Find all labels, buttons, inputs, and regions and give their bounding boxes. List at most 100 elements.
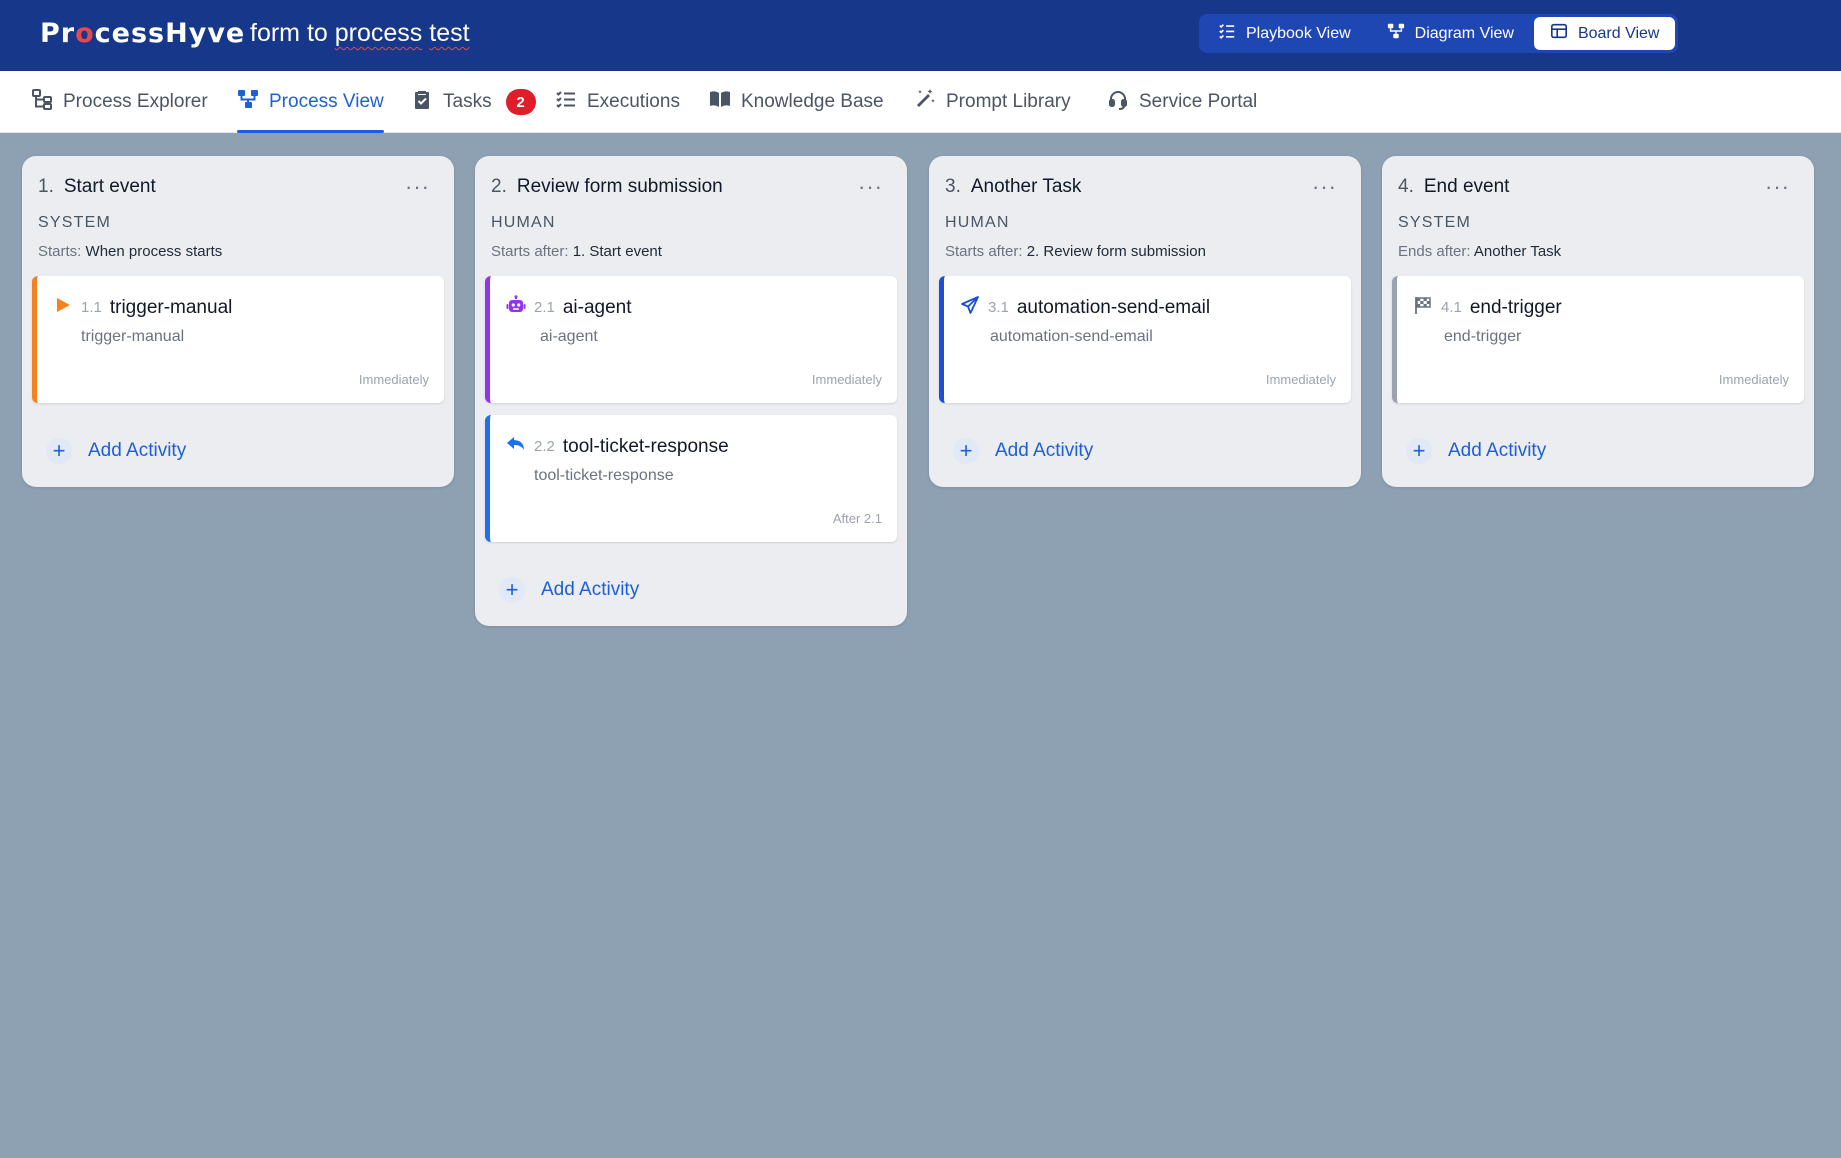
column-menu-button[interactable]: ··· bbox=[1765, 174, 1790, 200]
column-number: 4. bbox=[1398, 176, 1414, 197]
logo-text-start: Pr bbox=[40, 18, 76, 49]
nav-knowledge-base-label: Knowledge Base bbox=[741, 91, 884, 112]
activity-type: tool-ticket-response bbox=[534, 467, 674, 484]
column-title-text: Start event bbox=[63, 176, 156, 197]
activity-timing: Immediately bbox=[1265, 372, 1336, 387]
clipboard-check-icon bbox=[411, 88, 433, 116]
column-title[interactable]: 3. Another Task bbox=[945, 176, 1345, 198]
activity-card-header: 3.1 automation-send-email bbox=[960, 295, 1210, 320]
flag-checkered-icon bbox=[1413, 295, 1433, 320]
activity-type: trigger-manual bbox=[81, 328, 185, 345]
plus-icon: + bbox=[46, 438, 72, 464]
list-check-icon bbox=[1218, 22, 1236, 45]
process-view-icon bbox=[237, 88, 259, 116]
column-trigger-value: 2. Review form submission bbox=[1026, 243, 1206, 260]
plus-icon: + bbox=[499, 577, 525, 603]
column-number: 1. bbox=[38, 176, 54, 197]
board-column-start-event: 1. Start event ··· SYSTEM Starts: When pr… bbox=[22, 156, 454, 487]
logo-text-o: o bbox=[75, 18, 95, 49]
activity-type: end-trigger bbox=[1444, 328, 1522, 345]
book-icon bbox=[709, 88, 731, 116]
activity-type: ai-agent bbox=[540, 328, 598, 345]
activity-card-header: 2.2 tool-ticket-response bbox=[506, 434, 729, 459]
column-header: 4. End event ··· SYSTEM Ends after: Anoth… bbox=[1382, 156, 1814, 276]
column-title[interactable]: 4. End event bbox=[1398, 176, 1798, 198]
column-trigger-label: Starts after: bbox=[945, 243, 1023, 260]
add-activity-label: Add Activity bbox=[995, 440, 1094, 461]
column-header: 2. Review form submission ··· HUMAN Start… bbox=[475, 156, 907, 276]
nav-tasks[interactable]: Tasks 2 bbox=[411, 71, 536, 133]
nav-process-explorer[interactable]: Process Explorer bbox=[31, 71, 208, 133]
activity-number: 3.1 bbox=[988, 299, 1009, 316]
board-column-end-event: 4. End event ··· SYSTEM Ends after: Anoth… bbox=[1382, 156, 1814, 487]
robot-icon bbox=[506, 295, 526, 320]
add-activity-label: Add Activity bbox=[541, 579, 640, 600]
activity-name: ai-agent bbox=[562, 296, 632, 318]
process-title-word-process: process bbox=[334, 19, 423, 47]
column-menu-button[interactable]: ··· bbox=[405, 174, 430, 200]
add-activity-button[interactable]: + Add Activity bbox=[475, 554, 907, 626]
reply-icon bbox=[506, 434, 526, 459]
column-trigger-info: Starts after: 2. Review form submission bbox=[945, 243, 1345, 260]
playbook-view-button[interactable]: Playbook View bbox=[1202, 17, 1367, 50]
add-activity-button[interactable]: + Add Activity bbox=[929, 415, 1361, 487]
nav-prompt-library-label: Prompt Library bbox=[946, 91, 1071, 112]
column-header: 3. Another Task ··· HUMAN Starts after: 2… bbox=[929, 156, 1361, 276]
column-trigger-info: Starts: When process starts bbox=[38, 243, 438, 260]
activity-card[interactable]: 2.2 tool-ticket-response tool-ticket-res… bbox=[485, 415, 897, 542]
column-trigger-value: When process starts bbox=[85, 243, 223, 260]
nav-knowledge-base[interactable]: Knowledge Base bbox=[709, 71, 884, 133]
column-trigger-value: 1. Start event bbox=[572, 243, 662, 260]
activity-card-header: 1.1 trigger-manual bbox=[53, 295, 232, 320]
column-menu-button[interactable]: ··· bbox=[858, 174, 883, 200]
activity-number: 4.1 bbox=[1441, 299, 1462, 316]
nav-tasks-label: Tasks bbox=[443, 91, 492, 112]
app-logo[interactable]: ProcessHyve bbox=[40, 18, 245, 49]
column-menu-button[interactable]: ··· bbox=[1312, 174, 1337, 200]
activity-card[interactable]: 3.1 automation-send-email automation-sen… bbox=[939, 276, 1351, 403]
play-icon bbox=[53, 295, 73, 320]
column-type: SYSTEM bbox=[38, 214, 111, 231]
nav-process-view-label: Process View bbox=[269, 91, 384, 112]
main-nav: Process Explorer Process View Tasks 2 Ex… bbox=[0, 71, 1841, 133]
headset-icon bbox=[1107, 88, 1129, 116]
process-explorer-icon bbox=[31, 88, 53, 116]
nav-service-portal-label: Service Portal bbox=[1139, 91, 1258, 112]
nav-executions-label: Executions bbox=[587, 91, 680, 112]
activity-card-header: 2.1 ai-agent bbox=[506, 295, 632, 320]
nav-service-portal[interactable]: Service Portal bbox=[1107, 71, 1257, 133]
column-type: HUMAN bbox=[945, 214, 1010, 231]
nav-process-explorer-label: Process Explorer bbox=[63, 91, 208, 112]
view-switcher: Playbook View Diagram View Board View bbox=[1199, 14, 1678, 53]
activity-name: end-trigger bbox=[1469, 296, 1562, 318]
column-title[interactable]: 2. Review form submission bbox=[491, 176, 891, 198]
plus-icon: + bbox=[953, 438, 979, 464]
activity-card[interactable]: 1.1 trigger-manual trigger-manual Immedi… bbox=[32, 276, 444, 403]
board-view-button[interactable]: Board View bbox=[1533, 17, 1676, 50]
add-activity-label: Add Activity bbox=[88, 440, 187, 461]
nav-process-view[interactable]: Process View bbox=[237, 71, 384, 133]
tasks-count-badge: 2 bbox=[505, 89, 536, 115]
board-icon bbox=[1550, 22, 1568, 45]
column-title[interactable]: 1. Start event bbox=[38, 176, 438, 198]
activity-timing: Immediately bbox=[811, 372, 882, 387]
activity-timing: Immediately bbox=[1718, 372, 1789, 387]
top-bar: ProcessHyve form to process test Playboo… bbox=[0, 0, 1841, 71]
board-column-another-task: 3. Another Task ··· HUMAN Starts after: 2… bbox=[929, 156, 1361, 487]
column-title-text: Another Task bbox=[970, 176, 1082, 197]
process-title-start: form to bbox=[250, 19, 335, 47]
process-title[interactable]: form to process test bbox=[250, 19, 470, 48]
column-trigger-label: Starts: bbox=[38, 243, 82, 260]
diagram-icon bbox=[1387, 22, 1405, 45]
activity-card-header: 4.1 end-trigger bbox=[1413, 295, 1562, 320]
activity-name: trigger-manual bbox=[109, 296, 233, 318]
diagram-view-button[interactable]: Diagram View bbox=[1371, 17, 1530, 50]
nav-executions[interactable]: Executions bbox=[555, 71, 680, 133]
column-trigger-label: Starts after: bbox=[491, 243, 569, 260]
column-trigger-info: Starts after: 1. Start event bbox=[491, 243, 891, 260]
activity-card[interactable]: 4.1 end-trigger end-trigger Immediately bbox=[1392, 276, 1804, 403]
add-activity-button[interactable]: + Add Activity bbox=[1382, 415, 1814, 487]
add-activity-button[interactable]: + Add Activity bbox=[22, 415, 454, 487]
activity-card[interactable]: 2.1 ai-agent ai-agent Immediately bbox=[485, 276, 897, 403]
nav-prompt-library[interactable]: Prompt Library bbox=[914, 71, 1071, 133]
